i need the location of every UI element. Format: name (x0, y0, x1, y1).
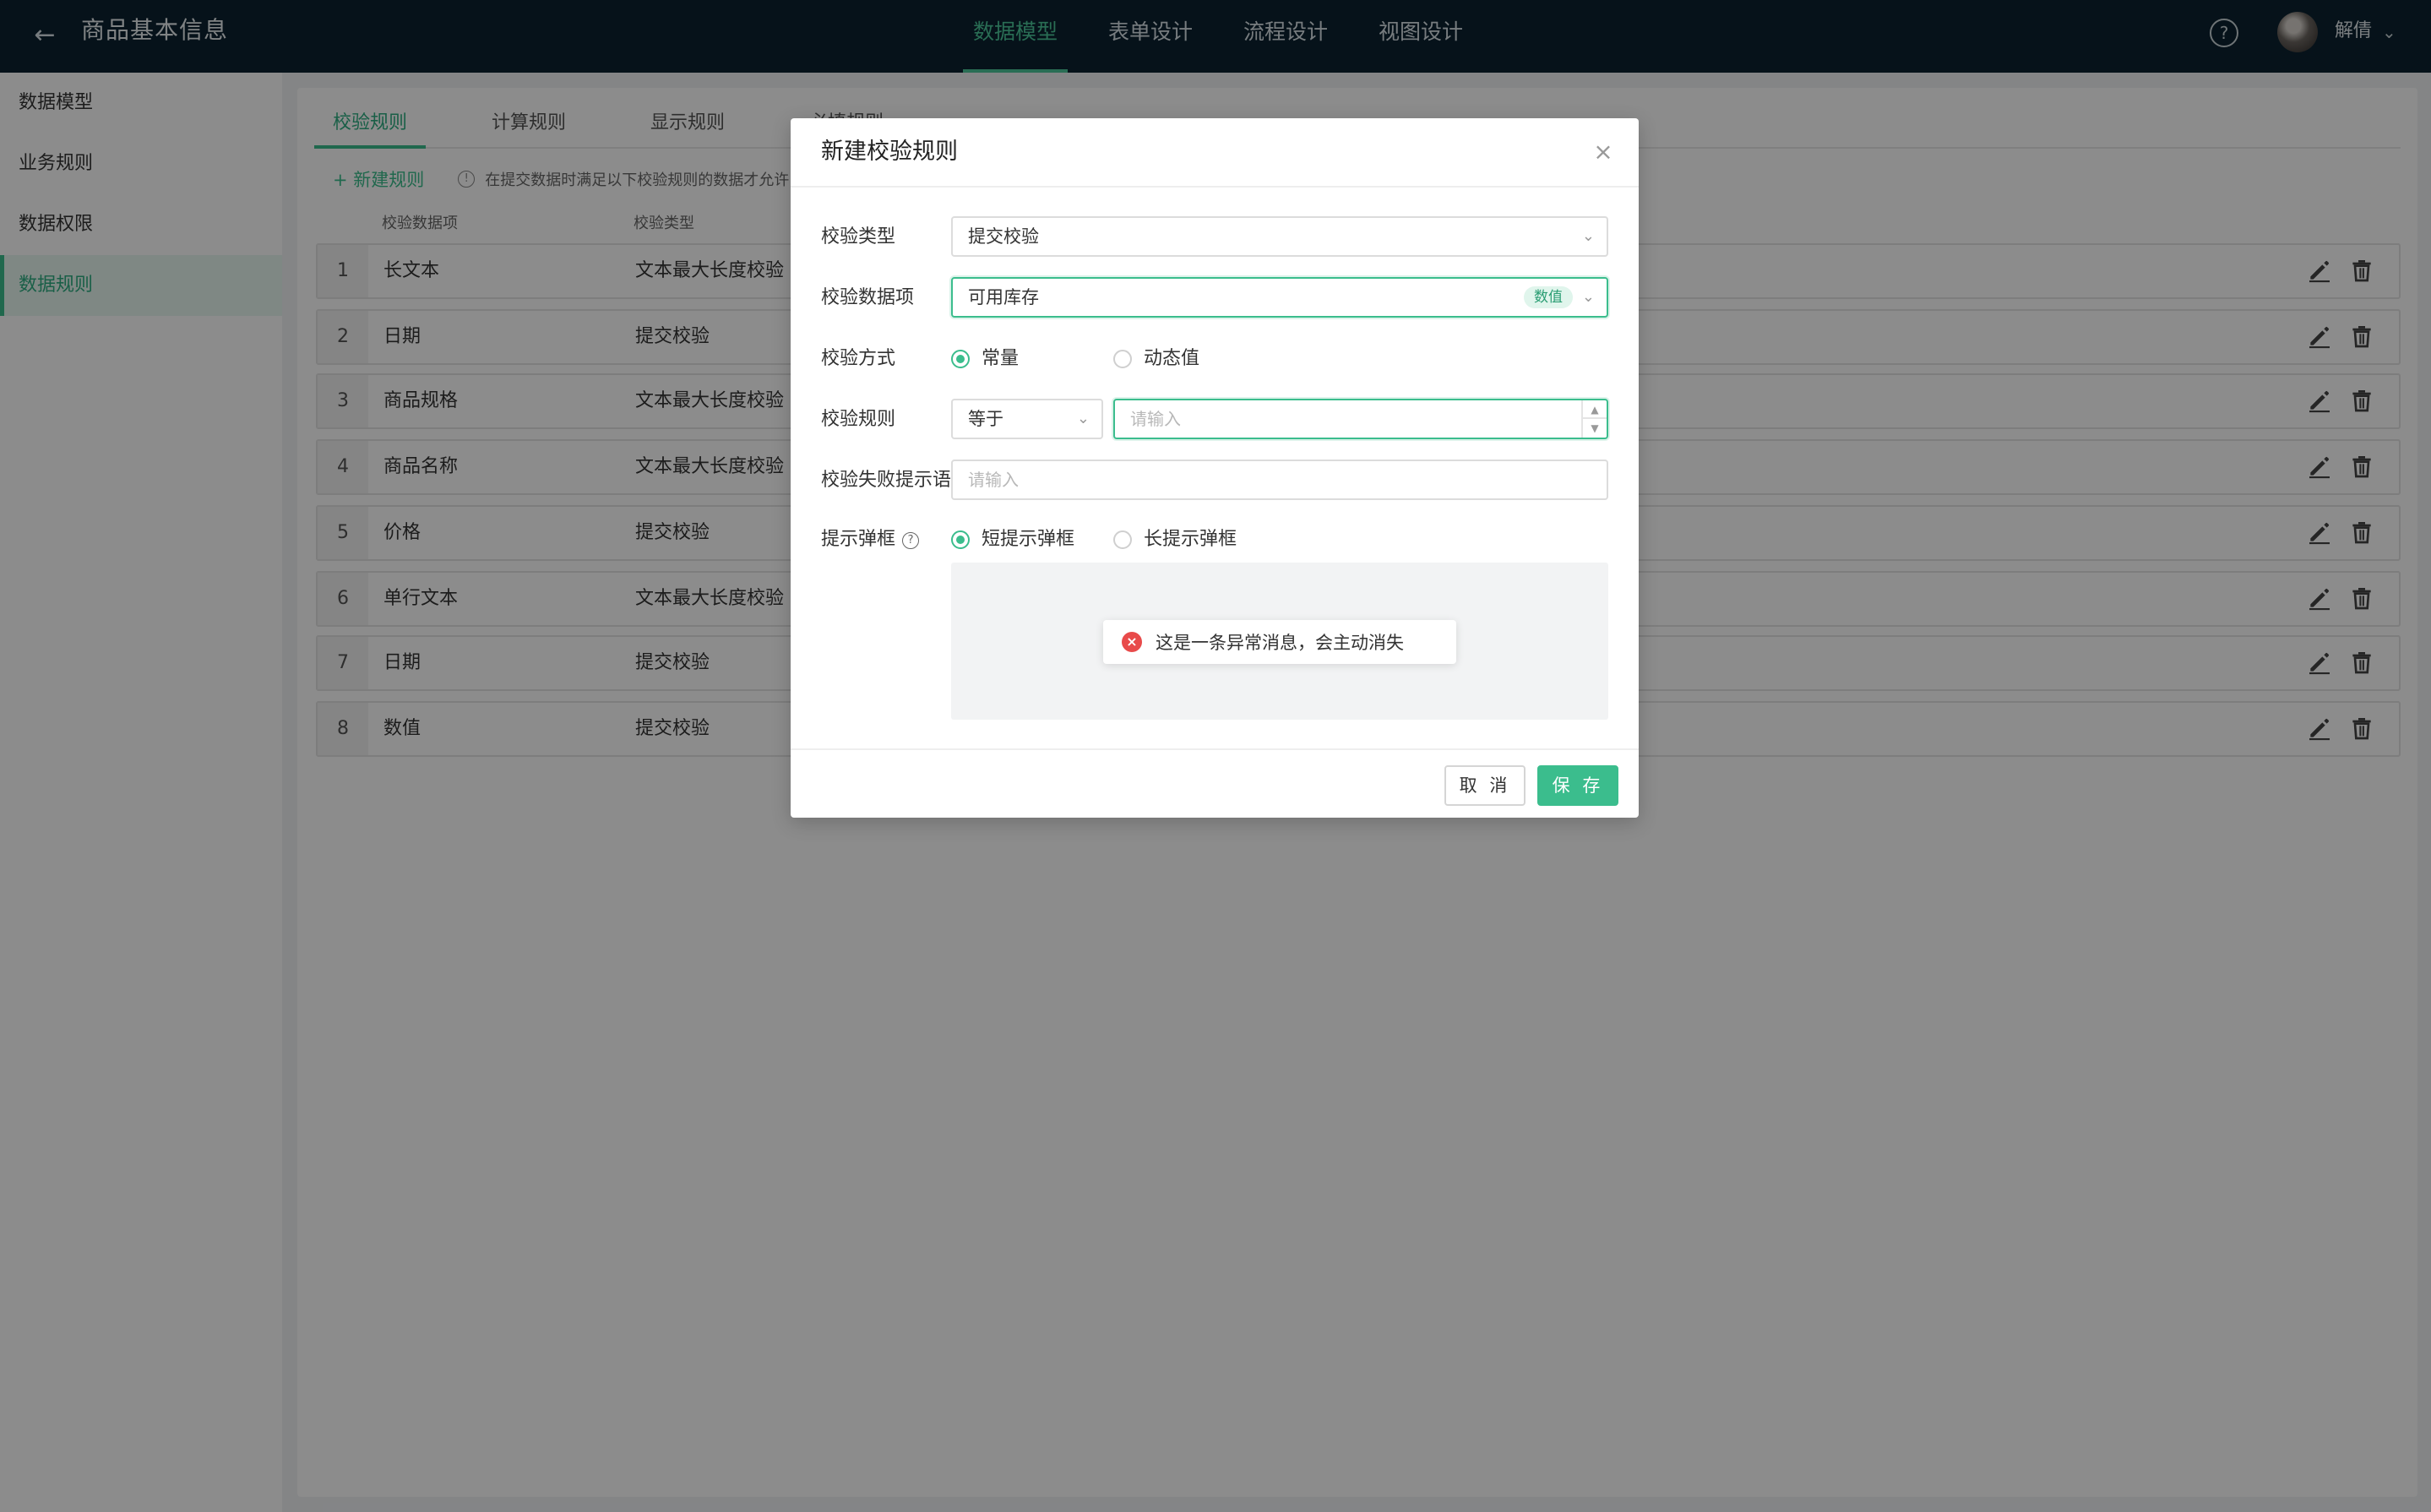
radio-label: 动态值 (1144, 348, 1200, 369)
check-item-select[interactable]: 可用库存 数值 ⌄ (951, 277, 1608, 318)
radio-dot (1113, 530, 1132, 549)
save-button[interactable]: 保 存 (1537, 765, 1618, 806)
quantity-stepper[interactable]: ▲ ▼ (1581, 400, 1607, 438)
fail-message-label: 校验失败提示语 (821, 470, 952, 491)
check-type-value: 提交校验 (968, 226, 1039, 247)
close-icon[interactable]: × (1590, 139, 1617, 166)
check-type-label: 校验类型 (821, 226, 896, 247)
page: ← 商品基本信息 数据模型 表单设计 流程设计 视图设计 ? 解倩 ⌄ 数据模型… (0, 0, 2431, 1512)
question-icon[interactable]: ? (902, 532, 920, 549)
radio-dot (951, 350, 970, 368)
chevron-down-icon: ⌄ (1076, 410, 1090, 427)
dialog-header: 新建校验规则 × (791, 118, 1639, 188)
dialog-footer: 取 消 保 存 (791, 748, 1639, 818)
dialog-title: 新建校验规则 (821, 139, 958, 165)
toast-message: 这是一条异常消息，会主动消失 (1156, 633, 1404, 653)
radio-short-popup[interactable]: 短提示弹框 (951, 527, 1074, 552)
error-toast: × 这是一条异常消息，会主动消失 (1103, 620, 1456, 664)
radio-label: 常量 (982, 348, 1020, 369)
chevron-down-icon: ⌄ (1581, 288, 1595, 306)
fail-message-input[interactable] (951, 460, 1608, 500)
check-item-value: 可用库存 (968, 287, 1039, 307)
radio-label: 短提示弹框 (982, 529, 1075, 550)
stepper-up-icon[interactable]: ▲ (1583, 400, 1607, 419)
popup-preview: × 这是一条异常消息，会主动消失 (951, 563, 1608, 720)
check-method-label: 校验方式 (821, 348, 896, 369)
radio-long-popup[interactable]: 长提示弹框 (1113, 527, 1237, 552)
radio-constant[interactable]: 常量 (951, 346, 1019, 372)
radio-label: 长提示弹框 (1144, 529, 1237, 550)
field-type-tag: 数值 (1524, 286, 1573, 308)
radio-dot (951, 530, 970, 549)
rule-value-input[interactable] (1113, 399, 1608, 439)
chevron-down-icon: ⌄ (1581, 227, 1595, 245)
radio-dynamic-value[interactable]: 动态值 (1113, 346, 1199, 372)
cancel-button[interactable]: 取 消 (1444, 765, 1525, 806)
popup-label-text: 提示弹框 (821, 529, 896, 550)
radio-dot (1113, 350, 1132, 368)
popup-label: 提示弹框? (821, 527, 920, 552)
operator-select[interactable]: 等于 ⌄ (951, 399, 1103, 439)
check-rule-label: 校验规则 (821, 409, 896, 430)
operator-value: 等于 (968, 409, 1003, 429)
error-icon: × (1122, 632, 1142, 652)
check-item-label: 校验数据项 (821, 287, 915, 308)
new-validation-rule-dialog: 新建校验规则 × 校验类型 提交校验 ⌄ 校验数据项 可用库存 数值 ⌄ 校验方… (791, 118, 1639, 818)
check-type-select[interactable]: 提交校验 ⌄ (951, 216, 1608, 257)
stepper-down-icon[interactable]: ▼ (1583, 419, 1607, 438)
